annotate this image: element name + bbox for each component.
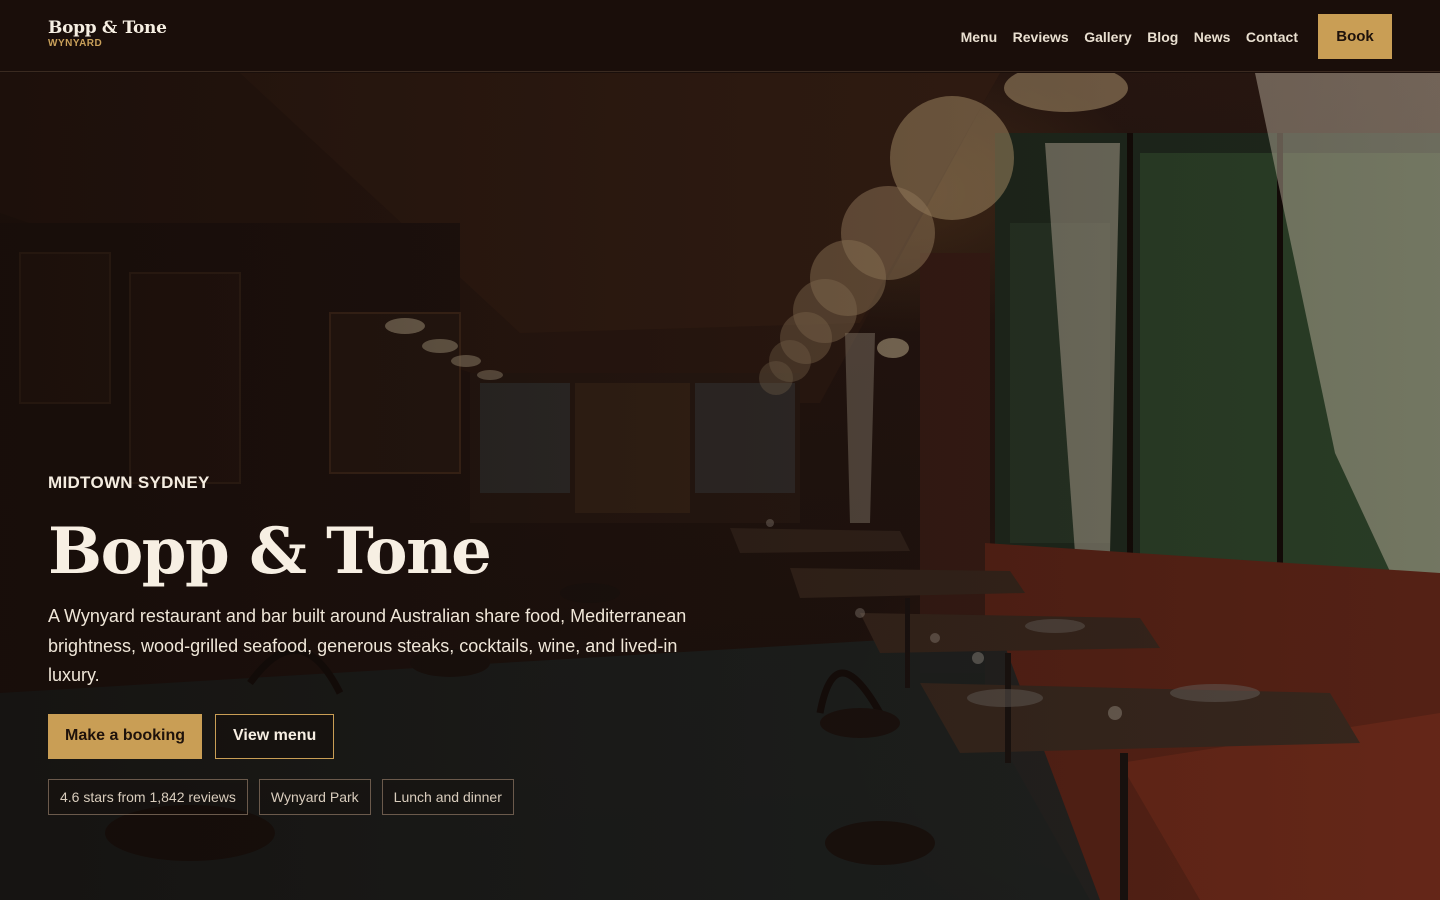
- brand-location: WYNYARD: [48, 38, 103, 49]
- info-chips: 4.6 stars from 1,842 reviews Wynyard Par…: [48, 778, 748, 815]
- hero-description: A Wynyard restaurant and bar built aroun…: [48, 606, 687, 685]
- nav-item-gallery[interactable]: Gallery: [1084, 28, 1131, 46]
- make-booking-button[interactable]: Make a booking: [48, 713, 203, 759]
- hero-content: MIDTOWN SYDNEY Bopp & Tone A Wynyard res…: [48, 472, 748, 815]
- hero-eyebrow: MIDTOWN SYDNEY: [48, 473, 210, 492]
- nav-item-menu[interactable]: Menu: [961, 28, 998, 46]
- cta-row: Make a booking View menu: [48, 713, 748, 759]
- hero-section: MIDTOWN SYDNEY Bopp & Tone A Wynyard res…: [0, 73, 1440, 900]
- hero-title: Bopp & Tone: [48, 514, 492, 589]
- main-nav: Menu Reviews Gallery Blog News Contact: [961, 28, 1298, 46]
- nav-item-blog[interactable]: Blog: [1147, 28, 1178, 46]
- view-menu-button[interactable]: View menu: [215, 713, 335, 759]
- hours-chip: Lunch and dinner: [381, 778, 514, 815]
- book-button[interactable]: Book: [1318, 14, 1392, 59]
- site-header: Bopp & Tone WYNYARD Menu Reviews Gallery…: [0, 0, 1440, 72]
- nav-item-news[interactable]: News: [1194, 28, 1231, 46]
- brand-name: Bopp & Tone: [48, 18, 167, 38]
- brand-logo[interactable]: Bopp & Tone WYNYARD: [48, 19, 167, 50]
- rating-chip: 4.6 stars from 1,842 reviews: [48, 778, 248, 815]
- nav-item-reviews[interactable]: Reviews: [1013, 28, 1069, 46]
- nav-item-contact[interactable]: Contact: [1246, 28, 1298, 46]
- location-chip: Wynyard Park: [258, 778, 371, 815]
